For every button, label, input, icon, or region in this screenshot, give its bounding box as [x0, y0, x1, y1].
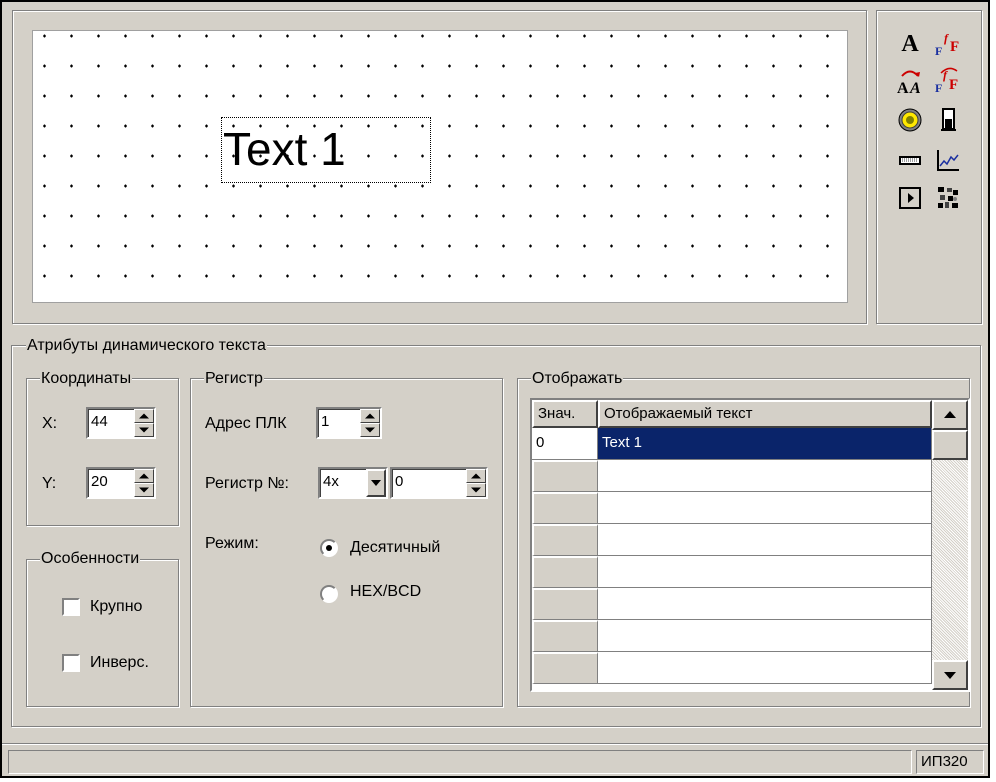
register-number-label: Регистр №:: [205, 475, 289, 492]
svg-text:A: A: [897, 80, 909, 95]
spin-down-icon[interactable]: [360, 423, 380, 437]
row-value-cell[interactable]: [532, 556, 598, 588]
status-panel-main: [8, 750, 912, 774]
mode-hex-radio[interactable]: [320, 585, 338, 603]
large-checkbox[interactable]: [62, 598, 80, 616]
lamp-tool-icon[interactable]: [892, 102, 928, 138]
status-separator-light: [2, 744, 988, 745]
coordinates-group-title: Координаты: [40, 370, 133, 388]
bar-indicator-tool-icon[interactable]: [930, 102, 966, 138]
column-header-value[interactable]: Знач.: [532, 400, 598, 428]
register-type-dropdown-button[interactable]: [366, 469, 386, 497]
chevron-down-icon: [944, 672, 956, 679]
attributes-group-title: Атрибуты динамического текста: [26, 337, 267, 355]
row-value-cell[interactable]: 0: [532, 428, 598, 460]
numeric-display-tool-icon[interactable]: [892, 142, 928, 178]
coordinates-group: [26, 378, 179, 526]
canvas-text-item[interactable]: Text 1: [221, 117, 431, 183]
scroll-thumb[interactable]: [932, 430, 968, 460]
dynamic-text-tool-icon[interactable]: AA: [892, 62, 928, 98]
font-text-tool-icon[interactable]: FfF: [930, 26, 966, 62]
row-value-cell[interactable]: [532, 492, 598, 524]
row-value-cell[interactable]: [532, 620, 598, 652]
x-label: X:: [42, 415, 58, 432]
chevron-up-icon: [944, 411, 956, 418]
large-label[interactable]: Крупно: [90, 597, 142, 617]
spin-down-icon[interactable]: [134, 423, 154, 437]
svg-text:f: f: [944, 31, 949, 45]
y-label: Y:: [42, 475, 57, 492]
row-text-cell[interactable]: [598, 556, 932, 588]
register-value-spinner[interactable]: [466, 469, 486, 497]
spin-down-icon[interactable]: [466, 483, 486, 497]
row-text-cell[interactable]: [598, 524, 932, 556]
invert-checkbox[interactable]: [62, 654, 80, 672]
spin-down-icon[interactable]: [134, 483, 154, 497]
mode-hex-label[interactable]: HEX/BCD: [350, 582, 421, 602]
trend-graph-tool-icon[interactable]: [930, 142, 966, 178]
display-grid[interactable]: Знач. Отображаемый текст 0 Text 1: [530, 398, 970, 692]
static-text-tool-icon[interactable]: A: [892, 26, 928, 62]
row-text-cell[interactable]: [598, 460, 932, 492]
grid-scrollbar[interactable]: [932, 400, 968, 690]
mode-decimal-label[interactable]: Десятичный: [350, 538, 440, 558]
row-value-cell[interactable]: [532, 524, 598, 556]
svg-text:A: A: [909, 80, 921, 95]
svg-text:F: F: [935, 81, 942, 95]
spin-up-icon[interactable]: [134, 469, 154, 483]
mode-label: Режим:: [205, 535, 259, 552]
column-header-text[interactable]: Отображаемый текст: [598, 400, 932, 428]
spin-up-icon[interactable]: [360, 409, 380, 423]
features-group-title: Особенности: [40, 550, 141, 568]
bitmap-tool-icon[interactable]: [930, 180, 966, 216]
register-group-title: Регистр: [204, 370, 264, 388]
editor-window: Text 1 A FfF AA FfF Атрибуты динамическо…: [0, 0, 990, 778]
features-group: [26, 559, 179, 707]
display-group-title: Отображать: [531, 370, 624, 388]
plc-address-label: Адрес ПЛК: [205, 415, 287, 432]
scroll-up-button[interactable]: [932, 400, 968, 430]
dynamic-font-text-tool-icon[interactable]: FfF: [930, 62, 966, 98]
button-tool-icon[interactable]: [892, 180, 928, 216]
row-text-cell[interactable]: [598, 652, 932, 684]
svg-text:F: F: [950, 39, 959, 55]
row-text-cell[interactable]: [598, 588, 932, 620]
plc-address-spinner[interactable]: [360, 409, 380, 437]
row-value-cell[interactable]: [532, 652, 598, 684]
svg-text:F: F: [935, 44, 942, 58]
svg-text:F: F: [949, 77, 958, 93]
row-value-cell[interactable]: [532, 588, 598, 620]
row-text-cell[interactable]: [598, 492, 932, 524]
spin-up-icon[interactable]: [134, 409, 154, 423]
scroll-down-button[interactable]: [932, 660, 968, 690]
row-text-cell[interactable]: Text 1: [598, 428, 932, 460]
chevron-down-icon: [371, 480, 381, 486]
mode-decimal-radio[interactable]: [320, 539, 338, 557]
x-spinner[interactable]: [134, 409, 154, 437]
status-device: ИП320: [916, 750, 984, 774]
design-canvas[interactable]: Text 1: [32, 30, 848, 303]
row-text-cell[interactable]: [598, 620, 932, 652]
y-spinner[interactable]: [134, 469, 154, 497]
grid-body: Знач. Отображаемый текст 0 Text 1: [532, 400, 932, 690]
spin-up-icon[interactable]: [466, 469, 486, 483]
invert-label[interactable]: Инверс.: [90, 653, 149, 673]
row-value-cell[interactable]: [532, 460, 598, 492]
